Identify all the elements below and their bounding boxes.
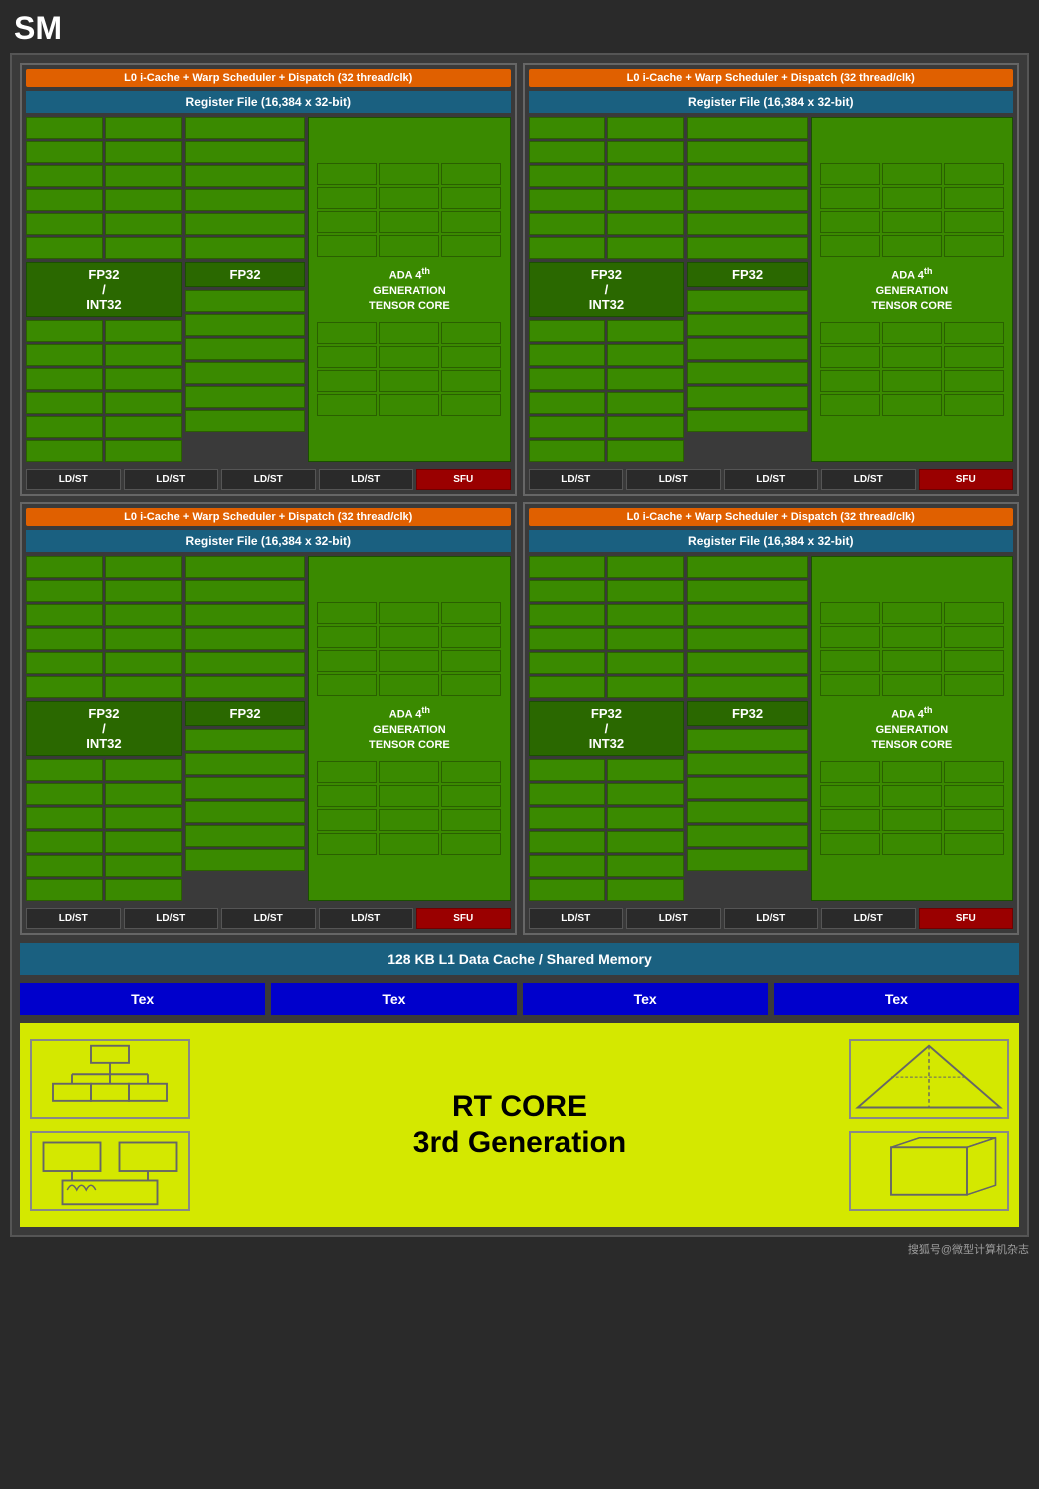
ldst4-br: LD/ST <box>821 908 916 929</box>
rt-diagrams-left <box>30 1039 190 1211</box>
register-file-bar-tl: Register File (16,384 x 32-bit) <box>26 91 511 113</box>
tree-diagram-icon <box>30 1039 190 1119</box>
ldst3-br: LD/ST <box>724 908 819 929</box>
rt-core-section: RT CORE3rd Generation <box>20 1023 1019 1227</box>
fp32-int32-col-tr: FP32/INT32 <box>529 117 685 462</box>
outer-container: L0 i-Cache + Warp Scheduler + Dispatch (… <box>10 53 1029 1237</box>
ldst2-bl: LD/ST <box>124 908 219 929</box>
fp32-label-br: FP32 <box>687 701 807 726</box>
rt-core-label: RT CORE3rd Generation <box>190 1089 849 1161</box>
fp32-int32-label-tr: FP32/INT32 <box>529 262 685 317</box>
tex-box-4: Tex <box>774 983 1019 1015</box>
ldst2-br: LD/ST <box>626 908 721 929</box>
warp-scheduler-bar-bl: L0 i-Cache + Warp Scheduler + Dispatch (… <box>26 508 511 526</box>
ldst1-br: LD/ST <box>529 908 624 929</box>
ldst3-bl: LD/ST <box>221 908 316 929</box>
ldst4-bl: LD/ST <box>319 908 414 929</box>
sm-title: SM <box>14 10 62 47</box>
sub-unit-bottom-right: L0 i-Cache + Warp Scheduler + Dispatch (… <box>523 502 1020 935</box>
tensor-label-bl: ADA 4thGENERATIONTENSOR CORE <box>369 704 450 754</box>
cores-area-br: FP32/INT32 <box>529 556 1014 901</box>
ldst3-tl: LD/ST <box>221 469 316 490</box>
ldst2-tr: LD/ST <box>626 469 721 490</box>
fp32-label-tl: FP32 <box>185 262 305 287</box>
sfu-tl: SFU <box>416 469 511 490</box>
register-file-bar-br: Register File (16,384 x 32-bit) <box>529 530 1014 552</box>
tensor-label-tl: ADA 4thGENERATIONTENSOR CORE <box>369 265 450 315</box>
warp-scheduler-bar-tr: L0 i-Cache + Warp Scheduler + Dispatch (… <box>529 69 1014 87</box>
fp32-label-bl: FP32 <box>185 701 305 726</box>
sub-unit-bottom-left: L0 i-Cache + Warp Scheduler + Dispatch (… <box>20 502 517 935</box>
fp32-col-tr: FP32 <box>687 117 807 462</box>
sfu-tr: SFU <box>919 469 1014 490</box>
warp-scheduler-bar-tl: L0 i-Cache + Warp Scheduler + Dispatch (… <box>26 69 511 87</box>
register-file-bar-tr: Register File (16,384 x 32-bit) <box>529 91 1014 113</box>
tex-box-2: Tex <box>271 983 516 1015</box>
cores-area-tr: FP32/INT32 <box>529 117 1014 462</box>
prism-diagram-icon <box>849 1039 1009 1119</box>
cores-area-tl: FP32/INT32 <box>26 117 511 462</box>
rt-core-text: RT CORE3rd Generation <box>190 1089 849 1161</box>
warp-scheduler-bar-br: L0 i-Cache + Warp Scheduler + Dispatch (… <box>529 508 1014 526</box>
sub-unit-top-left: L0 i-Cache + Warp Scheduler + Dispatch (… <box>20 63 517 496</box>
fp32-int32-label-bl: FP32/INT32 <box>26 701 182 756</box>
tensor-col-br: ADA 4thGENERATIONTENSOR CORE <box>811 556 1013 901</box>
register-file-bar-bl: Register File (16,384 x 32-bit) <box>26 530 511 552</box>
ldst3-tr: LD/ST <box>724 469 819 490</box>
ldst1-bl: LD/ST <box>26 908 121 929</box>
fp32-int32-col-tl: FP32/INT32 <box>26 117 182 462</box>
ldst4-tr: LD/ST <box>821 469 916 490</box>
fp32-int32-col-br: FP32/INT32 <box>529 556 685 901</box>
tex-box-1: Tex <box>20 983 265 1015</box>
fp32-int32-label-tl: FP32/INT32 <box>26 262 182 317</box>
tensor-col-bl: ADA 4thGENERATIONTENSOR CORE <box>308 556 510 901</box>
tex-box-3: Tex <box>523 983 768 1015</box>
fp32-int32-label-br: FP32/INT32 <box>529 701 685 756</box>
fp32-col-tl: FP32 <box>185 117 305 462</box>
tensor-label-br: ADA 4thGENERATIONTENSOR CORE <box>872 704 953 754</box>
fp32-col-bl: FP32 <box>185 556 305 901</box>
ldst-sfu-row-bl: LD/ST LD/ST LD/ST LD/ST SFU <box>26 908 511 929</box>
box-diagram-icon <box>849 1131 1009 1211</box>
rt-diagrams-right <box>849 1039 1009 1211</box>
ldst4-tl: LD/ST <box>319 469 414 490</box>
ldst1-tr: LD/ST <box>529 469 624 490</box>
fp32-int32-col-bl: FP32/INT32 <box>26 556 182 901</box>
ldst-sfu-row-tr: LD/ST LD/ST LD/ST LD/ST SFU <box>529 469 1014 490</box>
tensor-col-tl: ADA 4thGENERATIONTENSOR CORE <box>308 117 510 462</box>
sfu-bl: SFU <box>416 908 511 929</box>
ldst2-tl: LD/ST <box>124 469 219 490</box>
object-diagram-icon <box>30 1131 190 1211</box>
tensor-label-tr: ADA 4thGENERATIONTENSOR CORE <box>872 265 953 315</box>
ldst-sfu-row-tl: LD/ST LD/ST LD/ST LD/ST SFU <box>26 469 511 490</box>
ldst1-tl: LD/ST <box>26 469 121 490</box>
tensor-col-tr: ADA 4thGENERATIONTENSOR CORE <box>811 117 1013 462</box>
fp32-label-tr: FP32 <box>687 262 807 287</box>
sub-unit-top-right: L0 i-Cache + Warp Scheduler + Dispatch (… <box>523 63 1020 496</box>
watermark: 搜狐号@微型计算机杂志 <box>908 1241 1029 1257</box>
ldst-sfu-row-br: LD/ST LD/ST LD/ST LD/ST SFU <box>529 908 1014 929</box>
l1-cache-bar: 128 KB L1 Data Cache / Shared Memory <box>20 943 1019 975</box>
sfu-br: SFU <box>919 908 1014 929</box>
fp32-col-br: FP32 <box>687 556 807 901</box>
tex-row: Tex Tex Tex Tex <box>20 983 1019 1015</box>
cores-area-bl: FP32/INT32 <box>26 556 511 901</box>
quad-grid: L0 i-Cache + Warp Scheduler + Dispatch (… <box>20 63 1019 935</box>
